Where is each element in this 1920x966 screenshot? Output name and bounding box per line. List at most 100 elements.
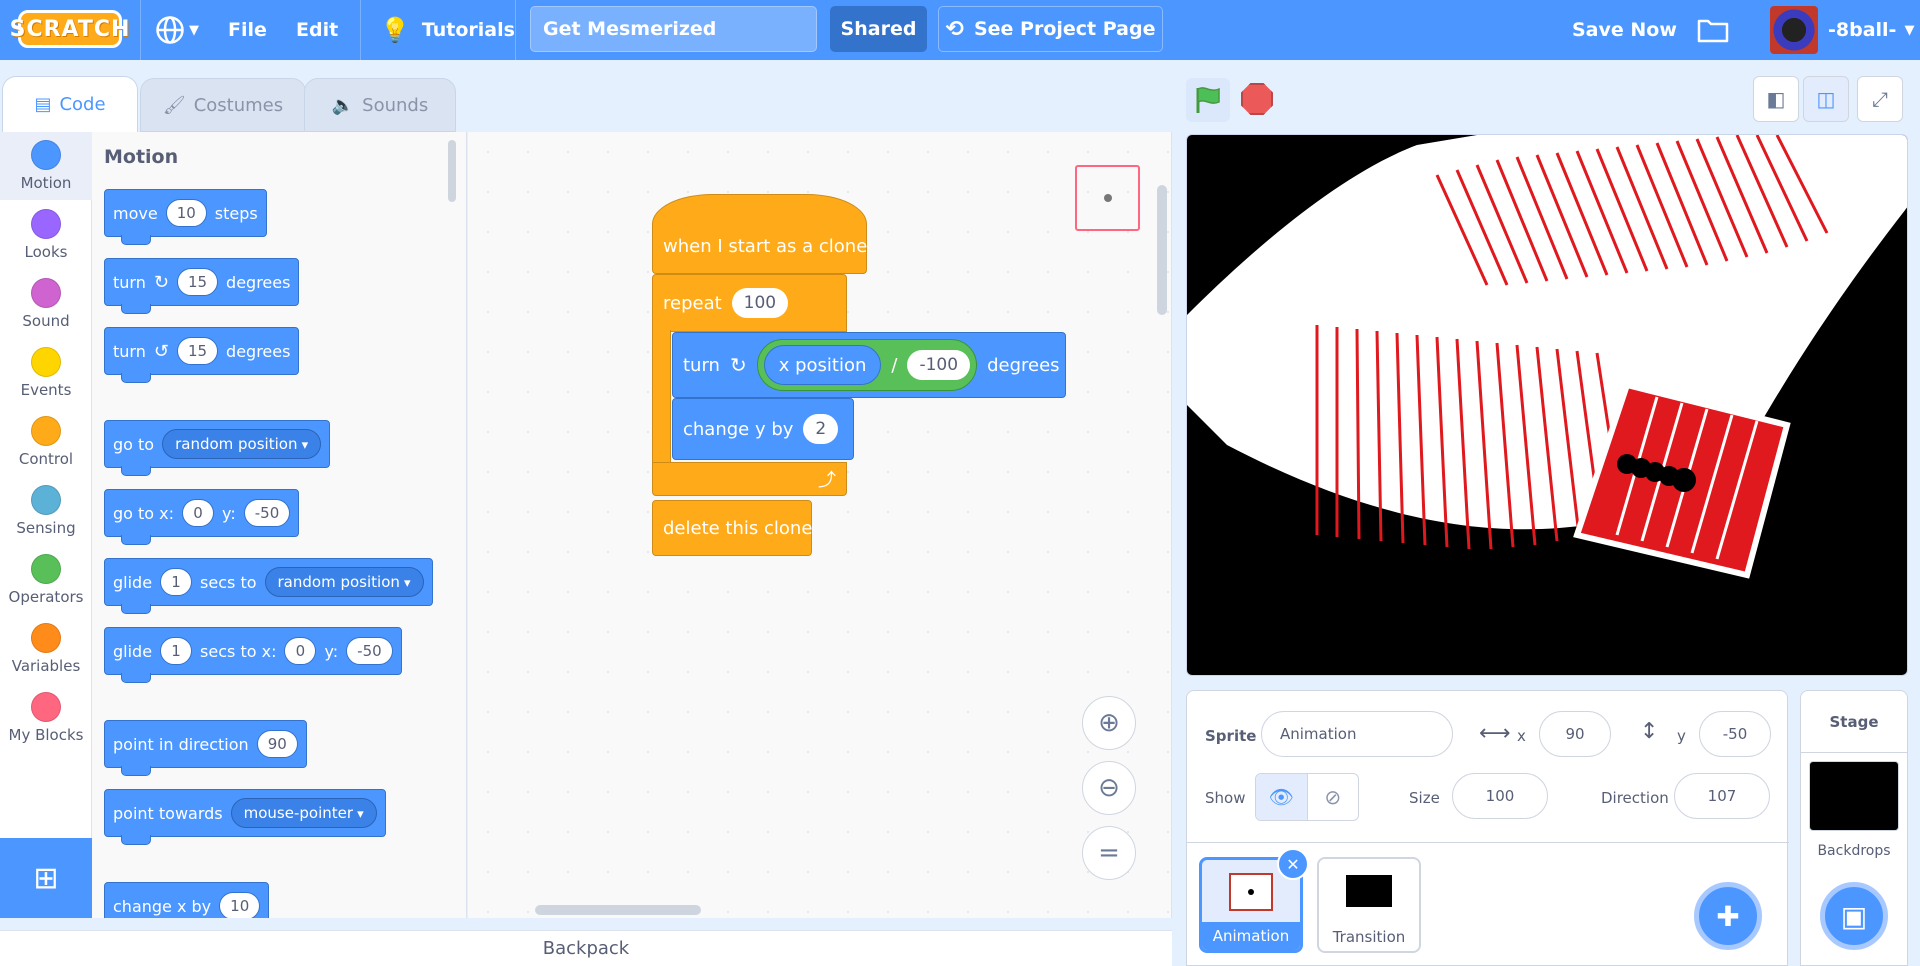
minimap-dot xyxy=(1103,194,1112,202)
block-number-input[interactable]: 15 xyxy=(176,337,219,365)
eye-icon: 👁 xyxy=(1268,785,1294,809)
block-number-input[interactable]: 10 xyxy=(219,892,261,918)
category-label: Looks xyxy=(24,243,68,261)
workspace-minimap[interactable] xyxy=(1075,165,1140,231)
remix-icon: ⟲ xyxy=(945,16,964,42)
repeat-block[interactable]: repeat 100 xyxy=(652,274,847,332)
tab-sounds[interactable]: 🔈 Sounds xyxy=(304,78,456,132)
block-dropdown[interactable]: random position xyxy=(162,429,322,459)
category-sensing[interactable]: Sensing xyxy=(0,477,92,545)
zoom-out-button[interactable]: ⊖ xyxy=(1082,761,1136,815)
shared-button[interactable]: Shared xyxy=(830,6,927,52)
stage-canvas[interactable] xyxy=(1186,134,1908,676)
zoom-in-button[interactable]: ⊕ xyxy=(1082,696,1136,750)
tutorials-menu[interactable]: 💡 Tutorials xyxy=(380,0,515,60)
workspace-vertical-scrollbar[interactable] xyxy=(1157,185,1167,315)
go-to-block[interactable]: go to random position xyxy=(104,420,331,476)
x-position-reporter[interactable]: x position xyxy=(763,345,882,385)
block-text: delete this clone xyxy=(663,517,813,539)
category-events[interactable]: Events xyxy=(0,339,92,407)
backpack[interactable]: Backpack xyxy=(0,930,1172,966)
glide-xy-block[interactable]: glide 1 secs to x: 0 y: -50 xyxy=(104,627,402,683)
file-menu[interactable]: File xyxy=(228,0,267,60)
turn-right-block[interactable]: turn ↻ 15 degrees xyxy=(104,258,300,314)
workspace-horizontal-scrollbar[interactable] xyxy=(535,905,701,915)
block-number-input[interactable]: 0 xyxy=(284,637,317,665)
turn-block[interactable]: turn ↻ x position / -100 degrees xyxy=(672,332,1066,398)
green-flag-button[interactable] xyxy=(1186,78,1230,122)
hide-sprite-button[interactable]: ⊘ xyxy=(1308,774,1359,820)
direction-input[interactable] xyxy=(1674,773,1770,819)
block-number-input[interactable]: -100 xyxy=(907,350,971,380)
image-add-icon: ▣ xyxy=(1840,899,1868,933)
tab-code[interactable]: ▤ Code xyxy=(2,76,138,132)
change-y-block[interactable]: change y by 2 xyxy=(672,398,854,460)
block-number-input[interactable]: 1 xyxy=(160,637,193,665)
block-number-input[interactable]: 15 xyxy=(176,268,219,296)
category-looks[interactable]: Looks xyxy=(0,201,92,269)
large-stage-button[interactable]: ◫ xyxy=(1803,76,1849,122)
category-variables[interactable]: Variables xyxy=(0,615,92,683)
sprite-tile-transition[interactable]: Transition xyxy=(1317,857,1421,953)
fullscreen-button[interactable]: ⤢ xyxy=(1857,76,1903,122)
tab-costumes[interactable]: 🖌 Costumes xyxy=(140,78,306,132)
speaker-icon: 🔈 xyxy=(331,94,355,116)
block-number-input[interactable]: -50 xyxy=(346,637,393,665)
category-label: Control xyxy=(18,450,74,468)
y-position-input[interactable] xyxy=(1699,711,1771,757)
delete-clone-block[interactable]: delete this clone xyxy=(652,500,812,556)
delete-sprite-button[interactable]: ✕ xyxy=(1277,848,1309,880)
block-dropdown[interactable]: random position xyxy=(264,567,424,597)
save-now-button[interactable]: Save Now xyxy=(1572,0,1677,60)
small-stage-button[interactable]: ◧ xyxy=(1753,76,1799,122)
category-dot xyxy=(31,692,61,722)
move-steps-block[interactable]: move 10 steps xyxy=(104,189,267,245)
sprite-name-input[interactable] xyxy=(1261,711,1453,757)
stage-target-title: Stage xyxy=(1801,691,1907,753)
block-text: go to xyxy=(113,434,155,454)
block-number-input[interactable]: 10 xyxy=(165,199,207,227)
category-control[interactable]: Control xyxy=(0,408,92,476)
block-text: repeat xyxy=(663,292,722,314)
x-position-input[interactable] xyxy=(1539,711,1611,757)
rotate-left-icon: ↺ xyxy=(153,340,169,362)
when-clone-hat-block[interactable]: when I start as a clone xyxy=(652,194,867,274)
show-sprite-button[interactable]: 👁 xyxy=(1256,774,1308,820)
point-in-direction-block[interactable]: point in direction 90 xyxy=(104,720,307,776)
block-number-input[interactable]: 1 xyxy=(160,568,193,596)
size-input[interactable] xyxy=(1452,773,1548,819)
see-project-page-button[interactable]: ⟲ See Project Page xyxy=(938,6,1163,52)
edit-menu[interactable]: Edit xyxy=(296,0,338,60)
block-number-input[interactable]: 100 xyxy=(731,288,789,318)
turn-left-block[interactable]: turn ↺ 15 degrees xyxy=(104,327,300,383)
point-towards-block[interactable]: point towards mouse-pointer xyxy=(104,789,386,845)
avatar[interactable] xyxy=(1770,6,1818,54)
category-my-blocks[interactable]: My Blocks xyxy=(0,684,92,752)
stop-button[interactable] xyxy=(1241,83,1273,115)
account-menu[interactable]: -8ball- ▼ xyxy=(1828,0,1914,60)
block-number-input[interactable]: 90 xyxy=(256,730,298,758)
change-x-block[interactable]: change x by 10 xyxy=(104,882,270,918)
block-number-input[interactable]: 0 xyxy=(182,499,215,527)
category-motion[interactable]: Motion xyxy=(0,132,92,200)
glide-block[interactable]: glide 1 secs to random position xyxy=(104,558,433,614)
category-label: Motion xyxy=(20,174,72,192)
go-to-xy-block[interactable]: go to x: 0 y: -50 xyxy=(104,489,300,545)
block-number-input[interactable]: 2 xyxy=(803,414,839,444)
scratch-logo[interactable]: SCRATCH xyxy=(10,10,129,48)
cat-add-icon: ✚ xyxy=(1716,899,1740,933)
block-number-input[interactable]: -50 xyxy=(243,499,291,527)
divide-operator-block[interactable]: x position / -100 xyxy=(756,339,978,391)
project-title-input[interactable] xyxy=(530,6,817,52)
add-extension-button[interactable]: ⊞ xyxy=(0,838,92,918)
choose-sprite-button[interactable]: ✚ xyxy=(1694,882,1762,950)
category-sound[interactable]: Sound xyxy=(0,270,92,338)
zoom-reset-button[interactable]: = xyxy=(1082,826,1136,880)
my-stuff-button[interactable] xyxy=(1697,0,1729,60)
block-dropdown[interactable]: mouse-pointer xyxy=(230,798,377,828)
menu-divider xyxy=(360,0,361,60)
palette-scrollbar[interactable] xyxy=(448,140,456,202)
language-menu[interactable]: ▼ xyxy=(155,0,199,60)
choose-backdrop-button[interactable]: ▣ xyxy=(1820,882,1888,950)
category-operators[interactable]: Operators xyxy=(0,546,92,614)
